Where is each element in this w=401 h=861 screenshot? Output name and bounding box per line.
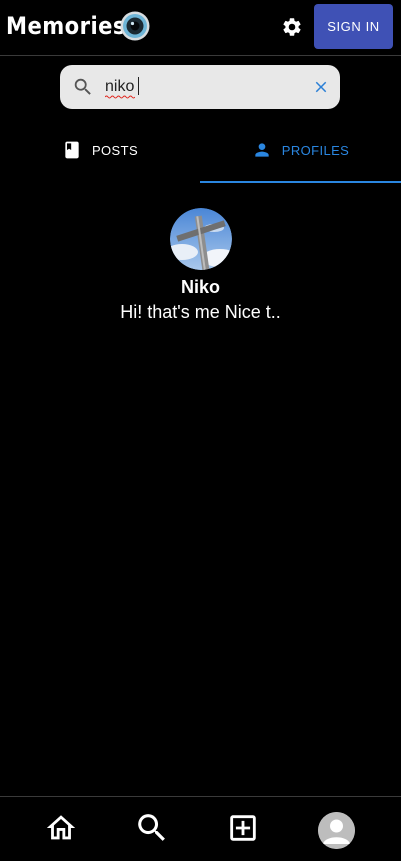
camera-lens-logo-icon: [120, 11, 150, 41]
search-input[interactable]: [104, 75, 304, 99]
active-tab-indicator: [200, 181, 401, 183]
sign-in-button[interactable]: SIGN IN: [314, 4, 393, 49]
clear-search-icon[interactable]: [312, 78, 330, 96]
brand[interactable]: Memories: [6, 11, 150, 41]
bottom-navigation: [0, 796, 401, 861]
app-title: Memories: [6, 12, 126, 40]
home-icon[interactable]: [44, 811, 78, 845]
profile-bio: Hi! that's me Nice t..: [120, 302, 281, 322]
book-icon: [65, 141, 79, 159]
header: Memories SIGN IN: [0, 0, 401, 56]
tab-posts[interactable]: POSTS: [0, 118, 200, 182]
app-root: Memories SIGN IN niko POSTS PROFILES Nik…: [0, 0, 401, 861]
tab-profiles[interactable]: PROFILES: [200, 118, 401, 182]
search-icon: [74, 78, 91, 95]
tab-posts-label: POSTS: [91, 142, 139, 158]
person-icon: [255, 143, 269, 157]
add-box-icon[interactable]: [226, 811, 260, 845]
profile-name: Niko: [180, 277, 220, 297]
profile-result-card[interactable]: Niko Hi! that's me Nice t..: [0, 208, 401, 324]
tab-profiles-label: PROFILES: [281, 142, 350, 158]
search-icon[interactable]: [135, 811, 169, 845]
account-avatar[interactable]: [318, 812, 355, 849]
settings-gear-icon[interactable]: [281, 16, 303, 38]
profile-avatar[interactable]: [169, 208, 232, 270]
search-bar: niko: [60, 65, 340, 109]
search-tabs: POSTS PROFILES: [0, 118, 401, 184]
